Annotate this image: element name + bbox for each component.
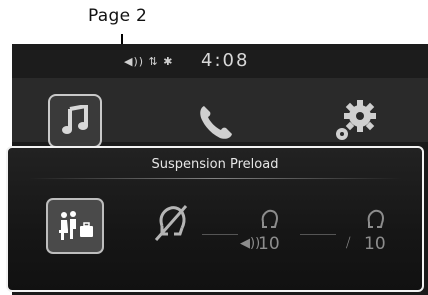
music-app-button[interactable] — [48, 94, 102, 148]
option-connector-line — [202, 234, 238, 235]
suspension-preload-panel: Suspension Preload ◀)) 10 ⧸ 10 — [6, 146, 424, 292]
volume-value: 10 — [258, 234, 280, 254]
helmet-mute-icon — [367, 209, 384, 228]
mute-value: 10 — [364, 234, 386, 254]
settings-icon[interactable] — [332, 100, 380, 144]
status-bar: ◀)) ⇅ ✱ 4:08 — [12, 44, 428, 78]
page-callout-label: Page 2 — [88, 6, 148, 26]
helmet-volume-icon — [261, 209, 278, 228]
phone-icon[interactable] — [196, 102, 236, 142]
preload-option-helmet-volume[interactable]: ◀)) 10 — [240, 208, 298, 256]
option-connector-line — [300, 234, 336, 235]
rider-passenger-luggage-icon — [59, 211, 93, 240]
preload-option-helmet-mute[interactable]: ⧸ 10 — [338, 208, 400, 256]
page-indicator — [208, 281, 229, 290]
preload-option-rider-passenger-luggage[interactable] — [46, 198, 104, 254]
helmet-off-icon[interactable] — [148, 200, 194, 246]
panel-title-rule — [28, 178, 402, 179]
clock: 4:08 — [201, 50, 250, 71]
mute-symbol: ⧸ — [346, 236, 351, 251]
music-icon — [62, 105, 88, 134]
panel-title: Suspension Preload — [151, 157, 279, 172]
status-icons: ◀)) ⇅ ✱ — [124, 55, 174, 68]
